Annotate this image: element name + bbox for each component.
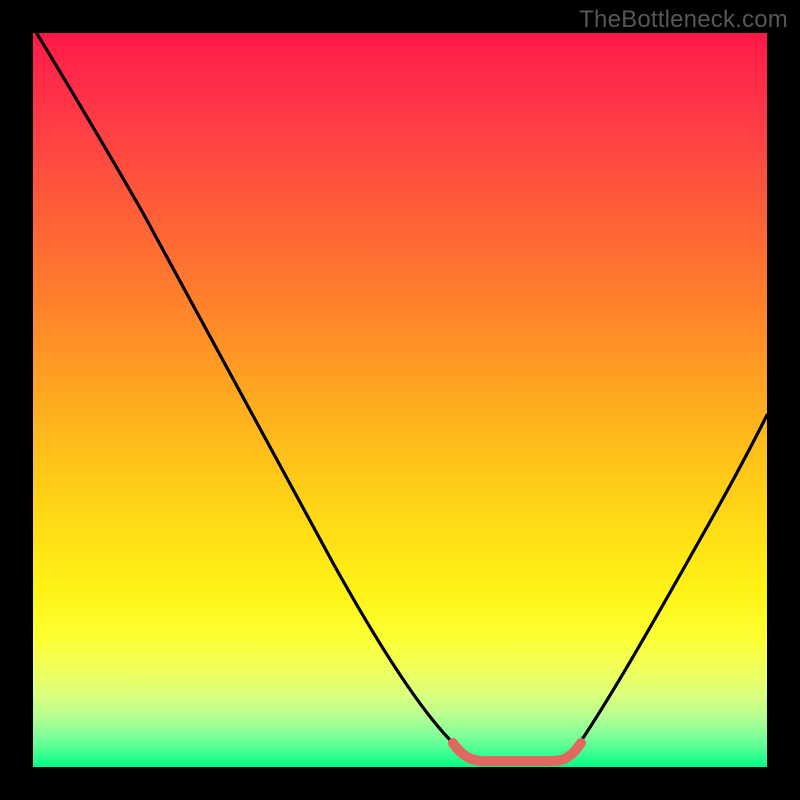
optimal-range-marker: [453, 743, 581, 761]
chart-frame: TheBottleneck.com: [0, 0, 800, 800]
curve-path: [33, 33, 767, 761]
bottleneck-curve: [33, 33, 767, 767]
plot-area: [33, 33, 767, 767]
watermark-text: TheBottleneck.com: [579, 6, 788, 34]
